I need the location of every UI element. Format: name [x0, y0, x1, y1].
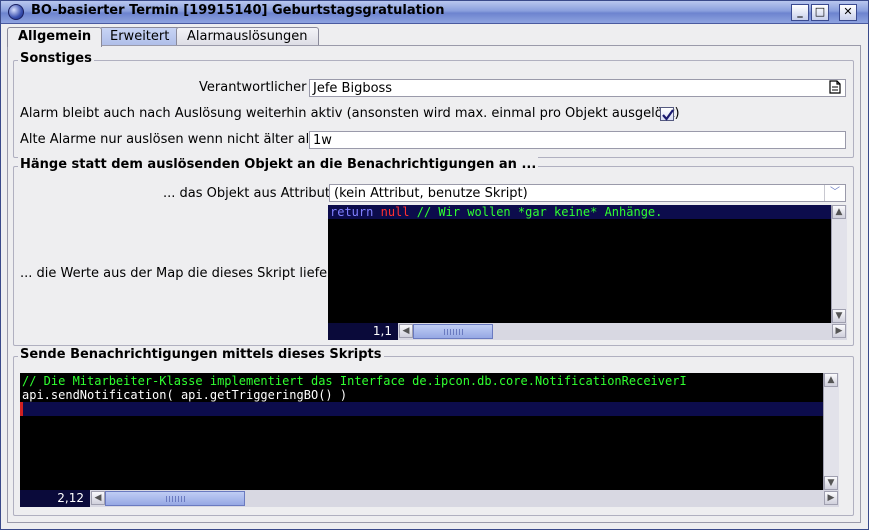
keyword-null: null — [380, 205, 410, 219]
verantwortlicher-field[interactable]: Jefe Bigboss — [309, 79, 846, 97]
alte-alarme-label: Alte Alarme nur auslösen wenn nicht älte… — [20, 132, 316, 147]
dialog-window: BO-basierter Termin [19915140] Geburtsta… — [0, 0, 869, 530]
script-line-1: // Die Mitarbeiter-Klasse implementiert … — [22, 374, 687, 388]
cursor-position: 2,12 — [20, 490, 90, 507]
alte-alarme-field[interactable]: 1w — [309, 131, 846, 149]
anhaenge-title: Hänge statt dem auslösenden Objekt an di… — [18, 157, 539, 172]
verantwortlicher-label: Verantwortlicher — [199, 80, 307, 95]
cursor-position: 1,1 — [328, 323, 398, 340]
scroll-left-icon[interactable]: ◀ — [91, 491, 105, 505]
alarm-aktiv-checkbox[interactable] — [660, 107, 674, 121]
scroll-up-icon[interactable]: ▲ — [824, 373, 838, 387]
scroll-right-icon[interactable]: ▶ — [832, 324, 846, 338]
document-icon[interactable] — [828, 80, 842, 96]
notification-script-editor[interactable]: // Die Mitarbeiter-Klasse implementiert … — [20, 373, 823, 490]
scroll-right-icon[interactable]: ▶ — [824, 491, 838, 505]
attribut-value: (kein Attribut, benutze Skript) — [334, 186, 528, 201]
keyword-return: return — [330, 205, 374, 219]
notification-statusbar: 2,12 ◀ ▶ — [20, 490, 839, 507]
hscroll-thumb[interactable] — [105, 491, 245, 506]
window-title: BO-basierter Termin [19915140] Geburtsta… — [31, 3, 445, 18]
scroll-up-icon[interactable]: ▲ — [832, 205, 846, 219]
chevron-down-icon[interactable]: ﹀ — [824, 185, 845, 201]
notification-hscrollbar[interactable]: ◀ ▶ — [90, 490, 839, 507]
maximize-button[interactable]: □ — [811, 4, 829, 21]
tab-erweitert[interactable]: Erweitert — [99, 27, 181, 46]
checkmark-icon — [662, 109, 674, 121]
map-label: ... die Werte aus der Map die dieses Skr… — [20, 266, 338, 281]
script-line-2: api.sendNotification( api.getTriggeringB… — [22, 388, 348, 402]
attachment-vscrollbar[interactable]: ▲ ▼ — [831, 205, 847, 323]
tab-alarmausloesungen[interactable]: Alarmauslösungen — [176, 27, 319, 46]
close-button[interactable]: ✕ — [839, 4, 857, 21]
sonstiges-title: Sonstiges — [18, 51, 94, 66]
scroll-down-icon[interactable]: ▼ — [832, 309, 846, 323]
verantwortlicher-value: Jefe Bigboss — [313, 81, 393, 96]
current-line-highlight — [20, 402, 823, 416]
attribut-label: ... das Objekt aus Attribut — [163, 186, 331, 201]
alarm-aktiv-label: Alarm bleibt auch nach Auslösung weiterh… — [20, 106, 680, 121]
alte-alarme-value: 1w — [313, 133, 332, 148]
tab-panel: Sonstiges Verantwortlicher Jefe Bigboss … — [7, 45, 861, 523]
minimize-button[interactable]: _ — [791, 4, 809, 21]
attribut-select[interactable]: (kein Attribut, benutze Skript) ﹀ — [329, 184, 846, 202]
title-bar[interactable]: BO-basierter Termin [19915140] Geburtsta… — [1, 1, 868, 24]
attachment-hscrollbar[interactable]: ◀ ▶ — [398, 323, 847, 340]
tab-allgemein[interactable]: Allgemein — [7, 27, 103, 47]
script-line-1: return null // Wir wollen *gar keine* An… — [330, 205, 662, 219]
hscroll-thumb[interactable] — [413, 324, 493, 339]
notification-vscrollbar[interactable]: ▲ ▼ — [823, 373, 839, 490]
anhaenge-group: Hänge statt dem auslösenden Objekt an di… — [13, 157, 854, 346]
text-cursor — [20, 402, 23, 416]
scroll-left-icon[interactable]: ◀ — [399, 324, 413, 338]
sende-group: Sende Benachrichtigungen mittels dieses … — [13, 347, 854, 516]
script-comment: // Wir wollen *gar keine* Anhänge. — [416, 205, 663, 219]
attachment-statusbar: 1,1 ◀ ▶ — [328, 323, 847, 340]
sonstiges-group: Sonstiges Verantwortlicher Jefe Bigboss … — [13, 51, 854, 158]
window-menu-icon[interactable] — [8, 4, 24, 20]
attachment-script-editor[interactable]: return null // Wir wollen *gar keine* An… — [328, 205, 831, 323]
scroll-down-icon[interactable]: ▼ — [824, 476, 838, 490]
sende-title: Sende Benachrichtigungen mittels dieses … — [18, 347, 384, 362]
